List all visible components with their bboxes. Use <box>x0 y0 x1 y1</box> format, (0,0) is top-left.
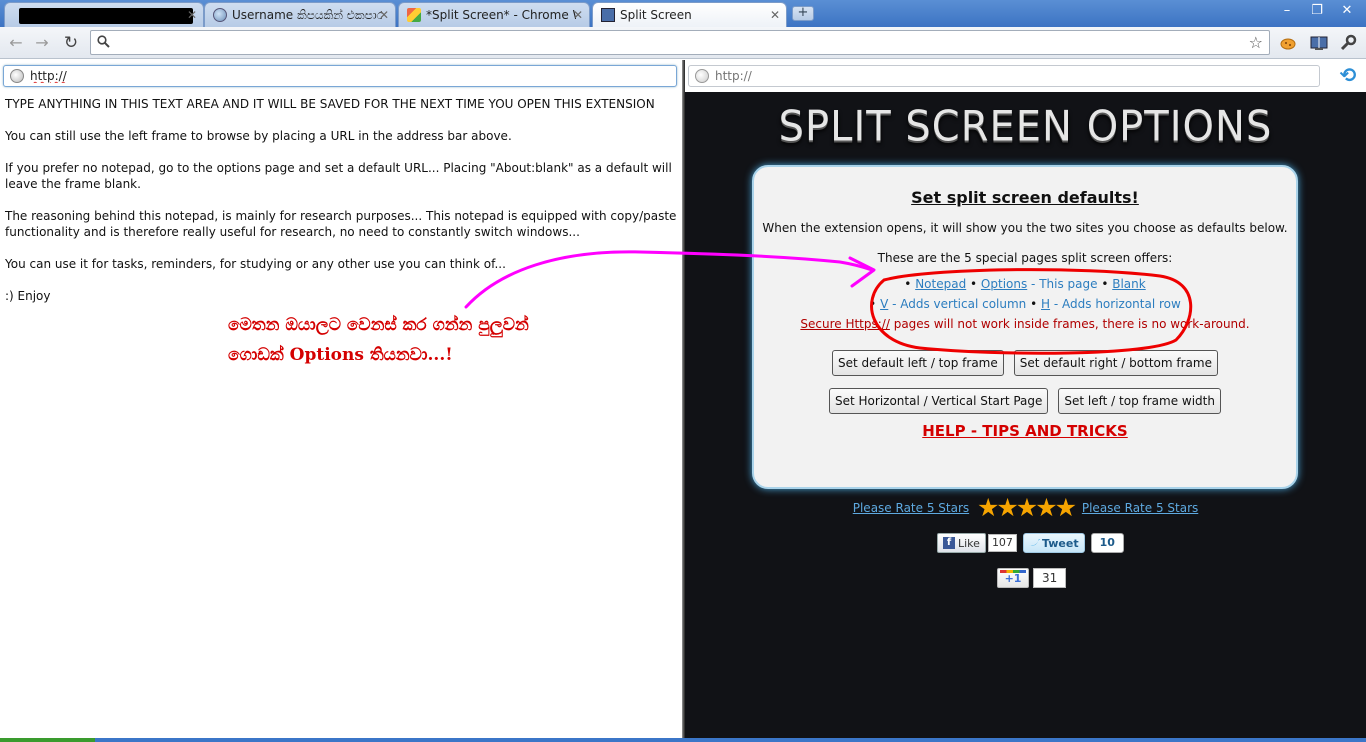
tab-strip: ✕ Username කිපයකින් එකපාර L ✕ *Split Scr… <box>0 0 1366 27</box>
google-plus-row: +1 31 <box>997 568 1067 588</box>
fb-like-label: Like <box>958 536 980 550</box>
notepad-line: TYPE ANYTHING IN THIS TEXT AREA AND IT W… <box>5 97 655 111</box>
chrome-web-store-icon <box>407 8 421 22</box>
reload-button[interactable]: ↻ <box>61 33 81 53</box>
close-window-button[interactable]: ✕ <box>1332 0 1362 20</box>
social-buttons: f Like 107 Tweet 10 <box>937 533 1124 553</box>
https-warning: Secure Https:// pages will not work insi… <box>754 314 1296 334</box>
left-url-input[interactable] <box>30 68 670 84</box>
annotation-line-2: ගොඩක් Options තියනවා...! <box>228 345 453 365</box>
right-address-bar[interactable] <box>688 65 1320 87</box>
options-panel: Set split screen defaults! When the exte… <box>752 165 1298 489</box>
special-pages-intro: These are the 5 special pages split scre… <box>877 251 1173 265</box>
window-controls: – ❐ ✕ <box>1272 0 1362 20</box>
tweet-count: 10 <box>1090 533 1124 553</box>
button-row-2: Set Horizontal / Vertical Start Page Set… <box>754 388 1296 414</box>
google-plus-one-button[interactable]: +1 <box>997 568 1029 588</box>
horizontal-note: - Adds horizontal row <box>1050 297 1181 311</box>
right-url-input[interactable] <box>715 68 1315 84</box>
rate-link-left[interactable]: Please Rate 5 Stars <box>853 501 969 515</box>
search-icon <box>97 35 110 52</box>
close-icon[interactable]: ✕ <box>379 8 389 22</box>
link-options[interactable]: Options <box>981 277 1027 291</box>
set-start-page-button[interactable]: Set Horizontal / Vertical Start Page <box>829 388 1049 414</box>
special-pages-list: • Notepad • Options - This page • Blank … <box>754 274 1296 314</box>
browser-toolbar: ← → ↻ ☆ <box>0 27 1366 59</box>
set-right-bottom-button[interactable]: Set default right / bottom frame <box>1013 350 1218 376</box>
windows-taskbar-edge <box>0 738 1366 742</box>
facebook-like-button[interactable]: f Like <box>937 533 986 553</box>
facebook-icon: f <box>943 537 955 549</box>
tweet-button[interactable]: Tweet <box>1022 533 1085 553</box>
globe-icon <box>10 69 24 83</box>
tab-username[interactable]: Username කිපයකින් එකපාර L ✕ <box>204 2 396 27</box>
bullet: • <box>869 297 877 311</box>
maximize-button[interactable]: ❐ <box>1302 0 1332 20</box>
button-row-1: Set default left / top frame Set default… <box>754 350 1296 376</box>
panel-description: When the extension opens, it will show y… <box>762 221 1288 235</box>
options-note: - This page <box>1027 277 1098 291</box>
bullet: • <box>1101 277 1109 291</box>
bookmark-star-icon[interactable]: ☆ <box>1249 33 1263 52</box>
page-title: SPLIT SCREEN OPTIONS <box>778 102 1273 152</box>
notepad-textarea[interactable]: TYPE ANYTHING IN THIS TEXT AREA AND IT W… <box>5 96 677 320</box>
notepad-line: You can still use the left frame to brow… <box>5 129 512 143</box>
new-tab-button[interactable]: + <box>792 6 814 21</box>
split-screen-icon <box>601 8 615 22</box>
notepad-line: You can use it for tasks, reminders, for… <box>5 257 506 271</box>
link-horizontal[interactable]: H <box>1041 297 1050 311</box>
rate-link-right[interactable]: Please Rate 5 Stars <box>1082 501 1198 515</box>
bullet: • <box>1030 297 1038 311</box>
tab-redacted[interactable]: ✕ <box>4 2 204 27</box>
notepad-line: :) Enjoy <box>5 289 51 303</box>
left-frame: TYPE ANYTHING IN THIS TEXT AREA AND IT W… <box>0 60 682 742</box>
link-notepad[interactable]: Notepad <box>915 277 966 291</box>
vertical-note: - Adds vertical column <box>888 297 1027 311</box>
panel-heading: Set split screen defaults! <box>911 188 1139 207</box>
refresh-frames-icon[interactable]: ⟲ <box>1337 64 1359 86</box>
wrench-icon[interactable] <box>1339 34 1357 52</box>
globe-icon <box>695 69 709 83</box>
tweet-label: Tweet <box>1041 536 1079 550</box>
rating-row: Please Rate 5 Stars ★★★★★ Please Rate 5 … <box>685 495 1366 520</box>
tab-label: Username කිපයකින් එකපාර L <box>232 7 382 22</box>
omnibox[interactable]: ☆ <box>90 30 1270 55</box>
bullet: • <box>970 277 978 291</box>
extension-split-screen-icon[interactable] <box>1310 34 1328 52</box>
set-frame-width-button[interactable]: Set left / top frame width <box>1058 388 1221 414</box>
left-address-bar[interactable] <box>3 65 677 87</box>
right-frame: ⟲ SPLIT SCREEN OPTIONS Set split screen … <box>685 60 1366 742</box>
twitter-bird-icon <box>1028 537 1040 550</box>
globe-icon <box>213 8 227 22</box>
fb-like-count: 107 <box>987 534 1017 552</box>
set-left-top-button[interactable]: Set default left / top frame <box>832 350 1004 376</box>
back-button[interactable]: ← <box>6 33 26 53</box>
annotation-text: මෙතන ඔයාලට වෙනස් කර ගන්න පුලුවන් ගොඩක් O… <box>228 310 628 370</box>
five-stars-icon[interactable]: ★★★★★ <box>977 495 1077 520</box>
notepad-line: If you prefer no notepad, go to the opti… <box>5 161 672 191</box>
close-icon[interactable]: ✕ <box>187 8 197 22</box>
bullet: • <box>904 277 912 291</box>
secure-note: pages will not work inside frames, there… <box>889 317 1250 331</box>
minimize-button[interactable]: – <box>1272 0 1302 20</box>
google-plus-count: 31 <box>1033 568 1067 588</box>
tab-chrome-web-store[interactable]: *Split Screen* - Chrome Web ✕ <box>398 2 590 27</box>
tab-label: *Split Screen* - Chrome Web <box>426 8 576 22</box>
tab-label: Split Screen <box>620 8 692 22</box>
redacted-block <box>19 8 193 24</box>
link-blank[interactable]: Blank <box>1112 277 1145 291</box>
help-link[interactable]: HELP - TIPS AND TRICKS <box>754 422 1296 440</box>
right-address-row: ⟲ <box>685 60 1366 92</box>
extension-cookie-icon[interactable] <box>1279 34 1297 52</box>
secure-https-link[interactable]: Secure Https:// <box>800 317 890 331</box>
close-icon[interactable]: ✕ <box>770 8 780 22</box>
close-icon[interactable]: ✕ <box>573 8 583 22</box>
forward-button[interactable]: → <box>32 33 52 53</box>
notepad-line: The reasoning behind this notepad, is ma… <box>5 209 677 239</box>
tab-split-screen[interactable]: Split Screen ✕ <box>592 2 787 27</box>
annotation-line-1: මෙතන ඔයාලට වෙනස් කර ගන්න පුලුවන් <box>228 315 529 335</box>
